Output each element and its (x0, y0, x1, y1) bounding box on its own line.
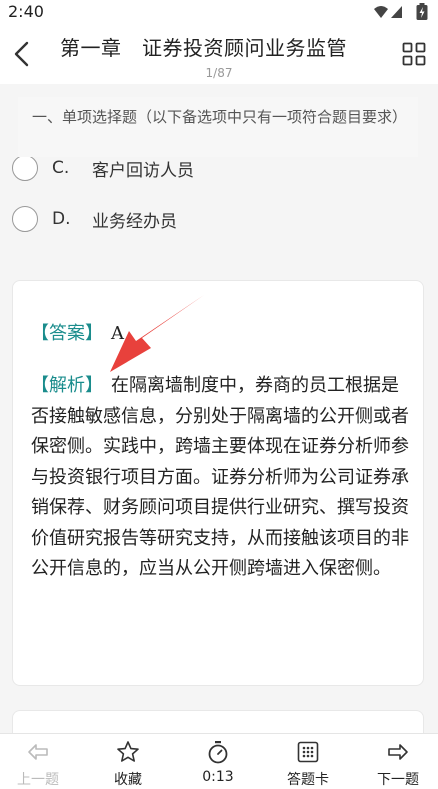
timer-value: 0:13 (202, 769, 234, 785)
right-arrow-icon (388, 744, 408, 760)
option-letter: C. (52, 158, 70, 178)
explanation-block: 【解析】 在隔离墙制度中，券商的员工根据是否接触敏感信息，分别处于隔离墙的公开侧或… (31, 371, 411, 585)
explanation-text: 在隔离墙制度中，券商的员工根据是否接触敏感信息，分别处于隔离墙的公开侧或者保密侧… (31, 375, 409, 579)
option-c[interactable]: C. 客户回访人员 (12, 153, 194, 183)
answer-card-icon (297, 741, 319, 763)
bottom-nav: 上一题 收藏 0:13 答题卡 下一题 (0, 733, 438, 789)
answer-label: 【答案】 (31, 323, 103, 344)
chapter-title: 第一章 证券投资顾问业务监管 (60, 36, 347, 60)
prev-question-button[interactable]: 上一题 (3, 740, 73, 789)
left-arrow-icon (28, 744, 48, 760)
next-label: 下一题 (377, 772, 419, 788)
status-bar: 2:40 (0, 0, 438, 24)
star-icon (117, 741, 139, 762)
analysis-card: 【答案】 A 【解析】 在隔离墙制度中，券商的员工根据是否接触敏感信息，分别处于隔离… (12, 280, 424, 686)
option-d[interactable]: D. 业务经办员 (12, 204, 177, 234)
radio-button[interactable] (12, 206, 38, 232)
question-type-banner: 一、单项选择题（以下备选项中只有一项符合题目要求） (18, 97, 418, 157)
explanation-label: 【解析】 (31, 375, 103, 396)
favorite-button[interactable]: 收藏 (93, 740, 163, 789)
option-text: 客户回访人员 (92, 160, 194, 181)
radio-button[interactable] (12, 155, 38, 181)
question-counter: 1/87 (205, 66, 233, 80)
top-bar: 第一章 证券投资顾问业务监管 1/87 (0, 24, 438, 84)
grid-menu-icon[interactable] (402, 42, 426, 66)
next-question-button[interactable]: 下一题 (363, 740, 433, 789)
answer-line: 【答案】 A (31, 319, 124, 345)
prev-label: 上一题 (17, 772, 59, 788)
back-arrow-icon[interactable] (10, 40, 34, 68)
favorite-label: 收藏 (114, 772, 142, 788)
option-text: 业务经办员 (92, 211, 177, 232)
option-letter: D. (52, 209, 71, 229)
answer-card-button[interactable]: 答题卡 (273, 740, 343, 789)
timer-display: 0:13 (183, 740, 253, 785)
answer-card-label: 答题卡 (287, 772, 329, 788)
status-time: 2:40 (8, 2, 44, 21)
signal-wifi-icon (374, 6, 402, 18)
answer-value: A (111, 323, 124, 344)
stopwatch-icon (208, 741, 228, 764)
battery-icon (416, 3, 428, 20)
